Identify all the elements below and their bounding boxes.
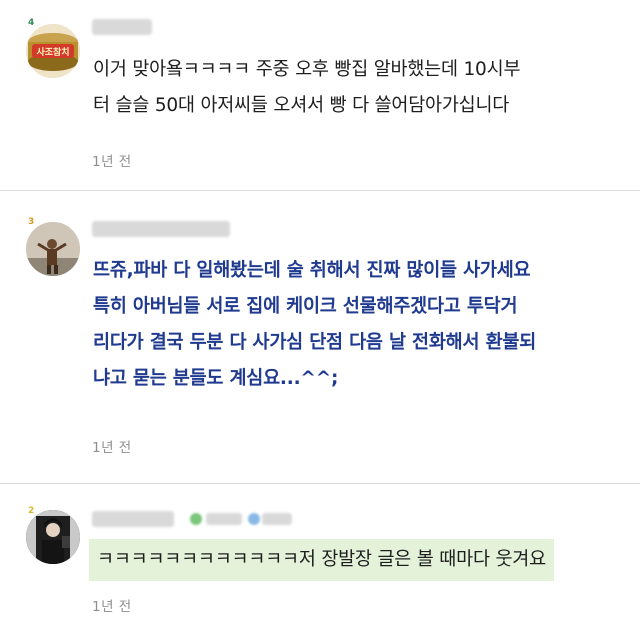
username-blurred[interactable] [92, 511, 174, 527]
comment-line: 냐고 묻는 분들도 계심요...^^; [93, 368, 339, 389]
comment-text: ㅋㅋㅋㅋㅋㅋㅋㅋㅋㅋㅋㅋ저 장발장 글은 볼 때마다 웃겨요 [89, 539, 623, 581]
username-blurred[interactable] [92, 19, 152, 35]
comment-3: 2 ㅋㅋㅋㅋㅋㅋㅋㅋㅋㅋㅋㅋ저 장발장 글은 볼 때마다 웃겨요 1년 전 [0, 484, 640, 623]
comment-text: 이거 맞아욬ㅋㅋㅋㅋ 주중 오후 빵집 알바했는데 10시부 터 슬슬 50대 … [93, 52, 623, 124]
avatar[interactable]: 사조참치 [26, 24, 80, 78]
comment-2: 3 뜨쥬,파바 다 일해봤는데 술 취해서 진짜 많이들 사가세요 특히 아버님… [0, 191, 640, 471]
comment-1: 4 사조참치 이거 맞아욬ㅋㅋㅋㅋ 주중 오후 빵집 알바했는데 10시부 터 … [0, 0, 640, 190]
user-level-badge: 2 [28, 506, 35, 516]
comment-line: 터 슬슬 50대 아저씨들 오셔서 빵 다 쓸어담아가십니다 [93, 95, 510, 116]
avatar[interactable] [26, 510, 80, 564]
timestamp: 1년 전 [92, 440, 132, 456]
user-level-badge: 3 [28, 217, 35, 227]
badge-indicator-icon [248, 513, 260, 525]
avatar[interactable] [26, 222, 80, 276]
user-level-badge: 4 [28, 18, 35, 28]
person-photo-avatar-icon [26, 510, 80, 564]
user-meta-blurred [262, 513, 292, 525]
comment-line: 이거 맞아욬ㅋㅋㅋㅋ 주중 오후 빵집 알바했는데 10시부 [93, 59, 521, 80]
username-blurred[interactable] [92, 221, 230, 237]
comment-line: 리다가 결국 두분 다 사가심 단점 다음 날 전화해서 환불되 [93, 332, 537, 353]
timestamp: 1년 전 [92, 599, 132, 615]
comment-line: 특히 아버님들 서로 집에 케이크 선물해주겠다고 투닥거 [93, 296, 518, 317]
highlighted-comment-line: ㅋㅋㅋㅋㅋㅋㅋㅋㅋㅋㅋㅋ저 장발장 글은 볼 때마다 웃겨요 [89, 539, 554, 581]
online-indicator-icon [190, 513, 202, 525]
svg-text:사조참치: 사조참치 [36, 46, 69, 58]
tuna-can-avatar-icon: 사조참치 [26, 24, 80, 78]
user-meta-blurred [206, 513, 242, 525]
comment-text: 뜨쥬,파바 다 일해봤는데 술 취해서 진짜 많이들 사가세요 특히 아버님들 … [93, 253, 623, 397]
comment-line: 뜨쥬,파바 다 일해봤는데 술 취해서 진짜 많이들 사가세요 [93, 260, 531, 281]
person-photo-avatar-icon [26, 222, 80, 276]
timestamp: 1년 전 [92, 154, 132, 170]
